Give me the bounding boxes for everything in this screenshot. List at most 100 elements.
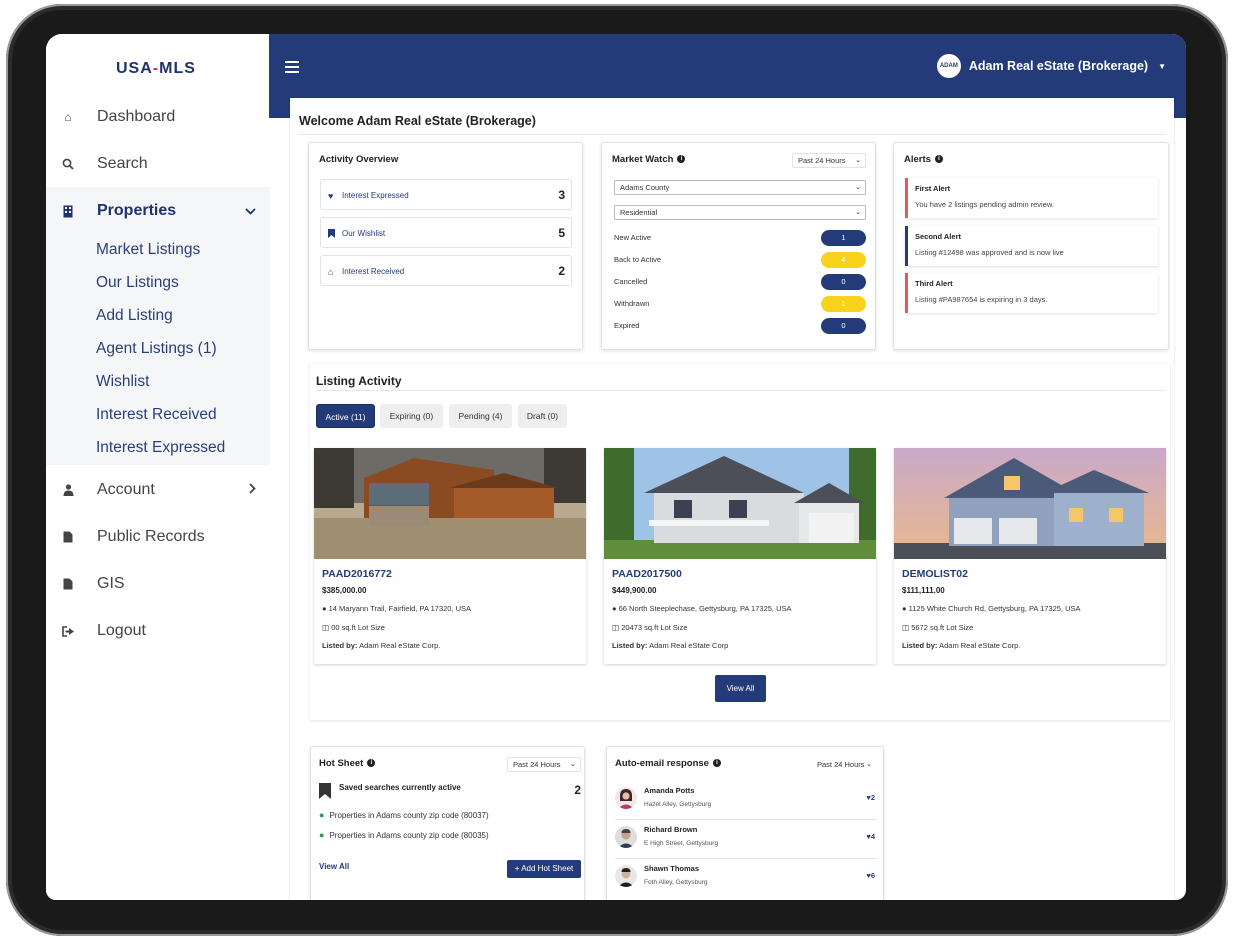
- activity-row-interest-expressed[interactable]: ♥ Interest Expressed 3: [320, 179, 572, 210]
- sidebar-item-account[interactable]: Account: [46, 472, 270, 508]
- market-count-badge[interactable]: 1: [821, 230, 866, 246]
- activity-overview-card: Activity Overview ♥ Interest Expressed 3…: [308, 142, 583, 350]
- avatar: [615, 787, 637, 809]
- tab-expiring[interactable]: Expiring (0): [380, 404, 443, 428]
- info-icon: i: [712, 759, 721, 768]
- alert-message: Listing #PA987654 is expiring in 3 days.: [915, 295, 1048, 304]
- listed-by-label: Listed by:: [612, 641, 648, 650]
- activity-label: Interest Received: [342, 267, 405, 276]
- home-icon: ⌂: [328, 267, 334, 277]
- listing-card[interactable]: DEMOLIST02 $111,111.00 ● 1125 White Chur…: [894, 448, 1166, 664]
- property-photo[interactable]: [604, 448, 876, 559]
- listing-price: $111,111.00: [902, 586, 945, 595]
- sidebar-item-label: Search: [97, 155, 148, 172]
- sidebar-item-properties[interactable]: Properties: [46, 193, 270, 229]
- property-type-select[interactable]: Residential ⌄: [614, 205, 866, 220]
- saved-search-item[interactable]: ● Properties in Adams county zip code (80…: [319, 830, 489, 840]
- divider: [316, 390, 1164, 391]
- sidebar-item-logout[interactable]: Logout: [46, 613, 270, 649]
- view-all-hot-sheet-link[interactable]: View All: [319, 862, 349, 871]
- alert-item[interactable]: First Alert You have 2 listings pending a…: [905, 178, 1158, 218]
- alert-title: Second Alert: [915, 232, 961, 241]
- market-label: Expired: [614, 321, 640, 330]
- listing-address: ● 1125 White Church Rd, Gettysburg, PA 1…: [902, 604, 1081, 613]
- map-marker-icon: ●: [902, 604, 907, 613]
- sidebar-item-label: Public Records: [97, 528, 205, 545]
- person-address: E High Street, Gettysburg: [644, 840, 719, 847]
- tab-active[interactable]: Active (11): [316, 404, 375, 428]
- tab-pending[interactable]: Pending (4): [449, 404, 512, 428]
- sign-out-icon: [61, 624, 75, 638]
- add-hot-sheet-button[interactable]: + Add Hot Sheet: [507, 860, 581, 878]
- submenu-wishlist[interactable]: Wishlist: [96, 373, 149, 391]
- chevron-down-icon: ⌄: [855, 157, 861, 164]
- market-count-badge[interactable]: 4: [821, 252, 866, 268]
- activity-label: Interest Expressed: [342, 191, 409, 200]
- hot-sheet-card: Hot Sheet i Past 24 Hours ⌄ Saved searches…: [310, 746, 585, 900]
- person-address: Foth Alley, Gettysburg: [644, 879, 708, 886]
- tab-draft[interactable]: Draft (0): [518, 404, 567, 428]
- period-dropdown[interactable]: Past 24 Hours ⌄: [811, 757, 877, 772]
- listing-id[interactable]: PAAD2016772: [322, 568, 392, 580]
- market-count-badge[interactable]: 0: [821, 318, 866, 334]
- sidebar-item-public-records[interactable]: Public Records: [46, 519, 270, 555]
- chevron-down-icon: ⌄: [855, 184, 861, 191]
- listing-address: ● 14 Maryann Trail, Fairfield, PA 17320,…: [322, 604, 471, 613]
- activity-row-interest-received[interactable]: ⌂ Interest Received 2: [320, 255, 572, 286]
- listing-id[interactable]: DEMOLIST02: [902, 568, 968, 580]
- county-select[interactable]: Adams County ⌄: [614, 180, 866, 195]
- listing-price: $449,900.00: [612, 586, 657, 595]
- submenu-market-listings[interactable]: Market Listings: [96, 241, 200, 259]
- market-label: Withdrawn: [614, 299, 650, 308]
- sidebar-item-dashboard[interactable]: ⌂ Dashboard: [46, 99, 270, 135]
- market-row-back-to-active: Back to Active 4: [614, 252, 866, 268]
- chevron-right-icon[interactable]: [249, 483, 256, 497]
- page-title: Welcome Adam Real eState (Brokerage): [299, 114, 536, 128]
- sidebar-item-gis[interactable]: GIS: [46, 566, 270, 602]
- like-count-value: 2: [870, 793, 875, 802]
- email-response-row[interactable]: Richard Brown E High Street, Gettysburg …: [615, 820, 877, 858]
- submenu-interest-expressed[interactable]: Interest Expressed: [96, 439, 225, 457]
- bookmark-icon: [319, 783, 331, 801]
- activity-count: 3: [558, 188, 565, 202]
- alert-item[interactable]: Third Alert Listing #PA987654 is expiring…: [905, 273, 1158, 313]
- user-menu[interactable]: ADAM Adam Real eState (Brokerage) ▼: [936, 54, 1166, 78]
- hamburger-menu-icon[interactable]: [285, 61, 299, 73]
- submenu-agent-listings[interactable]: Agent Listings (1): [96, 340, 217, 358]
- email-response-row[interactable]: Shawn Thomas Foth Alley, Gettysburg ♥6: [615, 859, 877, 897]
- chevron-down-icon[interactable]: [245, 204, 256, 218]
- view-all-listings-button[interactable]: View All: [715, 675, 766, 702]
- listing-id[interactable]: PAAD2017500: [612, 568, 682, 580]
- market-row-cancelled: Cancelled 0: [614, 274, 866, 290]
- property-photo[interactable]: [894, 448, 1166, 559]
- chevron-down-icon: ⌄: [855, 209, 861, 216]
- market-label: Back to Active: [614, 255, 662, 264]
- sidebar-item-label: GIS: [97, 575, 125, 592]
- period-dropdown[interactable]: Past 24 Hours ⌄: [792, 153, 866, 168]
- listing-card[interactable]: PAAD2016772 $385,000.00 ● 14 Maryann Tra…: [314, 448, 586, 664]
- alert-item[interactable]: Second Alert Listing #12498 was approved …: [905, 226, 1158, 266]
- map-marker-icon: ●: [322, 604, 327, 613]
- market-count-badge[interactable]: 0: [821, 274, 866, 290]
- sidebar-item-search[interactable]: Search: [46, 146, 270, 182]
- card-title: Alerts i: [904, 154, 943, 165]
- brand-logo[interactable]: USA-MLS: [116, 60, 196, 78]
- property-photo[interactable]: [314, 448, 586, 559]
- submenu-our-listings[interactable]: Our Listings: [96, 274, 179, 292]
- lot-text: 20473 sq.ft Lot Size: [621, 623, 688, 632]
- submenu-add-listing[interactable]: Add Listing: [96, 307, 173, 325]
- alert-color-bar: [905, 178, 908, 218]
- email-response-row[interactable]: Amanda Potts Hazel Alley, Gettysburg ♥2: [615, 781, 877, 819]
- saved-search-item[interactable]: ● Properties in Adams county zip code (80…: [319, 810, 489, 820]
- activity-count: 2: [558, 264, 565, 278]
- sidebar-item-label: Properties: [97, 202, 177, 219]
- period-dropdown[interactable]: Past 24 Hours ⌄: [507, 757, 581, 772]
- avatar: [615, 865, 637, 887]
- listing-lot-size: ◫ 00 sq.ft Lot Size: [322, 623, 385, 632]
- submenu-interest-received[interactable]: Interest Received: [96, 406, 217, 424]
- activity-label: Our Wishlist: [342, 229, 386, 238]
- alert-title: Third Alert: [915, 279, 953, 288]
- listing-card[interactable]: PAAD2017500 $449,900.00 ● 66 North Steep…: [604, 448, 876, 664]
- market-count-badge[interactable]: 1: [821, 296, 866, 312]
- activity-row-our-wishlist[interactable]: Our Wishlist 5: [320, 217, 572, 248]
